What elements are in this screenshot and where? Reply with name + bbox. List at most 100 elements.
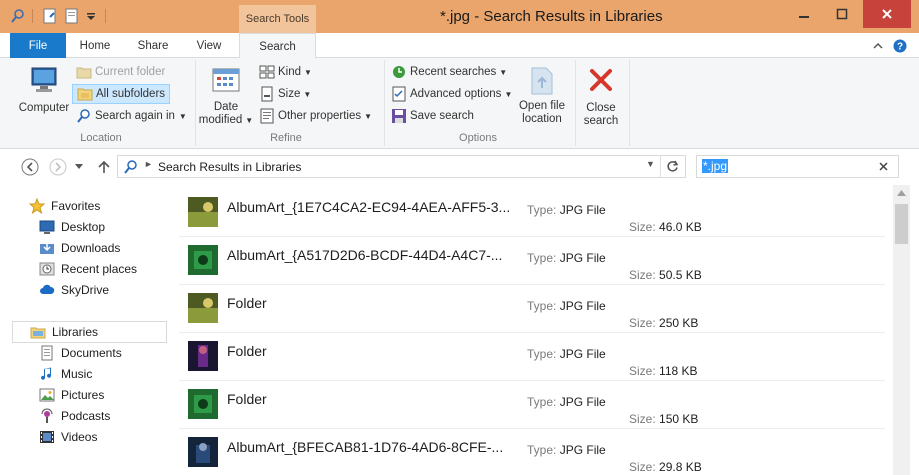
computer-icon [31,67,57,92]
sidebar-item-libraries[interactable]: Libraries [12,321,167,343]
close-search-line1: Close [586,102,616,114]
advanced-options-button[interactable]: Advanced options ▼ [391,86,512,102]
tab-home[interactable]: Home [72,33,118,58]
list-item[interactable]: AlbumArt_{BFECAB81-1D76-4AD6-8CFE-... Ty… [179,429,885,475]
sidebar-item-favorites[interactable]: Favorites [29,195,100,216]
tab-file[interactable]: File [10,33,66,58]
search-tools-context-tab: Search Tools [239,5,316,33]
up-button[interactable] [94,157,114,177]
properties-icon [260,108,274,124]
file-size: 150 KB [659,412,699,426]
date-modified-button[interactable]: Date modified ▼ [198,66,254,127]
all-subfolders-label: All subfolders [96,88,166,100]
sidebar-item-downloads[interactable]: Downloads [39,237,120,258]
computer-label: Computer [18,102,70,114]
search-box[interactable]: *.jpg [696,155,899,178]
file-name: AlbumArt_{BFECAB81-1D76-4AD6-8CFE-... [227,439,504,455]
list-item[interactable]: AlbumArt_{1E7C4CA2-EC94-4AEA-AFF5-3... T… [179,189,885,237]
list-item[interactable]: Folder Type: JPG File Size: 250 KB [179,285,885,333]
tab-search[interactable]: Search [239,33,316,59]
list-item[interactable]: AlbumArt_{A517D2D6-BCDF-44D4-A4C7-... Ty… [179,237,885,285]
size-label: Size: [629,460,656,474]
ribbon-collapse-button[interactable] [870,33,886,58]
desktop-icon [39,220,55,234]
maximize-button[interactable] [824,0,860,28]
tab-view[interactable]: View [186,33,232,58]
back-button[interactable] [20,157,40,177]
breadcrumb-separator-icon[interactable]: ► [144,159,153,169]
window-title: *.jpg - Search Results in Libraries [440,8,663,25]
open-file-location-button[interactable]: Open file location [514,64,570,126]
sidebar-item-desktop[interactable]: Desktop [39,216,105,237]
search-app-icon[interactable] [8,6,28,26]
search-again-in-label: Search again in [95,110,175,122]
breadcrumb[interactable]: Search Results in Libraries [158,160,301,174]
address-bar[interactable]: ► Search Results in Libraries ▼ [117,155,686,178]
documents-icon [41,345,53,360]
size-button[interactable]: Size ▼ [259,86,311,102]
vertical-scrollbar[interactable] [893,185,910,475]
scrollbar-thumb[interactable] [895,204,908,244]
search-again-in-button[interactable]: Search again in ▼ [76,108,187,124]
recent-locations-button[interactable] [72,157,86,177]
type-label: Type: [527,299,557,313]
sidebar-item-podcasts[interactable]: Podcasts [39,405,110,426]
sidebar-item-videos[interactable]: Videos [39,426,97,447]
address-history-icon[interactable]: ▼ [646,159,655,169]
new-folder-icon[interactable] [63,6,81,26]
dropdown-arrow-icon: ▼ [499,67,508,77]
search-input[interactable]: *.jpg [702,159,729,173]
minimize-button[interactable] [786,0,822,28]
sidebar-item-label: Videos [61,429,98,444]
file-size: 118 KB [659,364,698,378]
file-type: JPG File [559,395,606,409]
thumbnail-icon [188,197,218,227]
save-search-label: Save search [410,110,474,122]
sidebar-item-music[interactable]: Music [39,363,92,384]
sidebar-item-skydrive[interactable]: SkyDrive [39,279,109,300]
forward-button[interactable] [48,157,68,177]
save-search-button[interactable]: Save search [391,108,474,124]
size-icon [261,86,273,102]
properties-icon[interactable] [41,6,59,26]
help-button[interactable]: ? [892,33,908,58]
list-item[interactable]: Folder Type: JPG File Size: 118 KB [179,333,885,381]
all-subfolders-button[interactable]: All subfolders [72,84,171,104]
other-properties-label: Other properties [278,110,362,122]
libraries-icon [30,327,46,339]
kind-label: Kind [278,66,302,78]
type-label: Type: [527,203,557,217]
list-item[interactable]: Folder Type: JPG File Size: 150 KB [179,381,885,429]
sidebar-item-label: Podcasts [61,408,111,423]
file-name: Folder [227,295,267,311]
tab-share[interactable]: Share [130,33,176,58]
close-search-button[interactable]: Close search [578,66,624,128]
dropdown-arrow-icon: ▼ [245,116,254,125]
group-separator [575,60,576,146]
clear-search-icon[interactable] [878,161,889,172]
thumbnail-icon [188,437,218,467]
dropdown-arrow-icon: ▼ [304,67,312,77]
current-folder-button[interactable]: Current folder [76,64,165,80]
sidebar-item-label: Libraries [52,325,99,339]
sidebar-item-label: Desktop [61,219,106,234]
computer-button[interactable]: Computer [14,66,74,115]
scroll-up-icon[interactable] [897,190,906,196]
refresh-icon[interactable] [666,160,679,173]
kind-icon [259,65,275,79]
close-window-button[interactable] [863,0,911,28]
other-properties-button[interactable]: Other properties ▼ [259,108,372,124]
close-icon [590,69,612,91]
calendar-icon [212,68,240,92]
sidebar-item-pictures[interactable]: Pictures [39,384,104,405]
customize-toolbar-icon[interactable] [84,6,98,26]
sidebar-item-recent-places[interactable]: Recent places [39,258,137,279]
file-size: 50.5 KB [659,268,702,282]
thumbnail-icon [188,293,218,323]
recent-searches-button[interactable]: Recent searches ▼ [391,64,507,80]
title-bar: Search Tools *.jpg - Search Results in L… [0,0,919,33]
sidebar-item-documents[interactable]: Documents [39,342,122,363]
advanced-options-icon [392,86,406,102]
kind-button[interactable]: Kind ▼ [259,64,312,80]
size-label: Size: [629,220,656,234]
